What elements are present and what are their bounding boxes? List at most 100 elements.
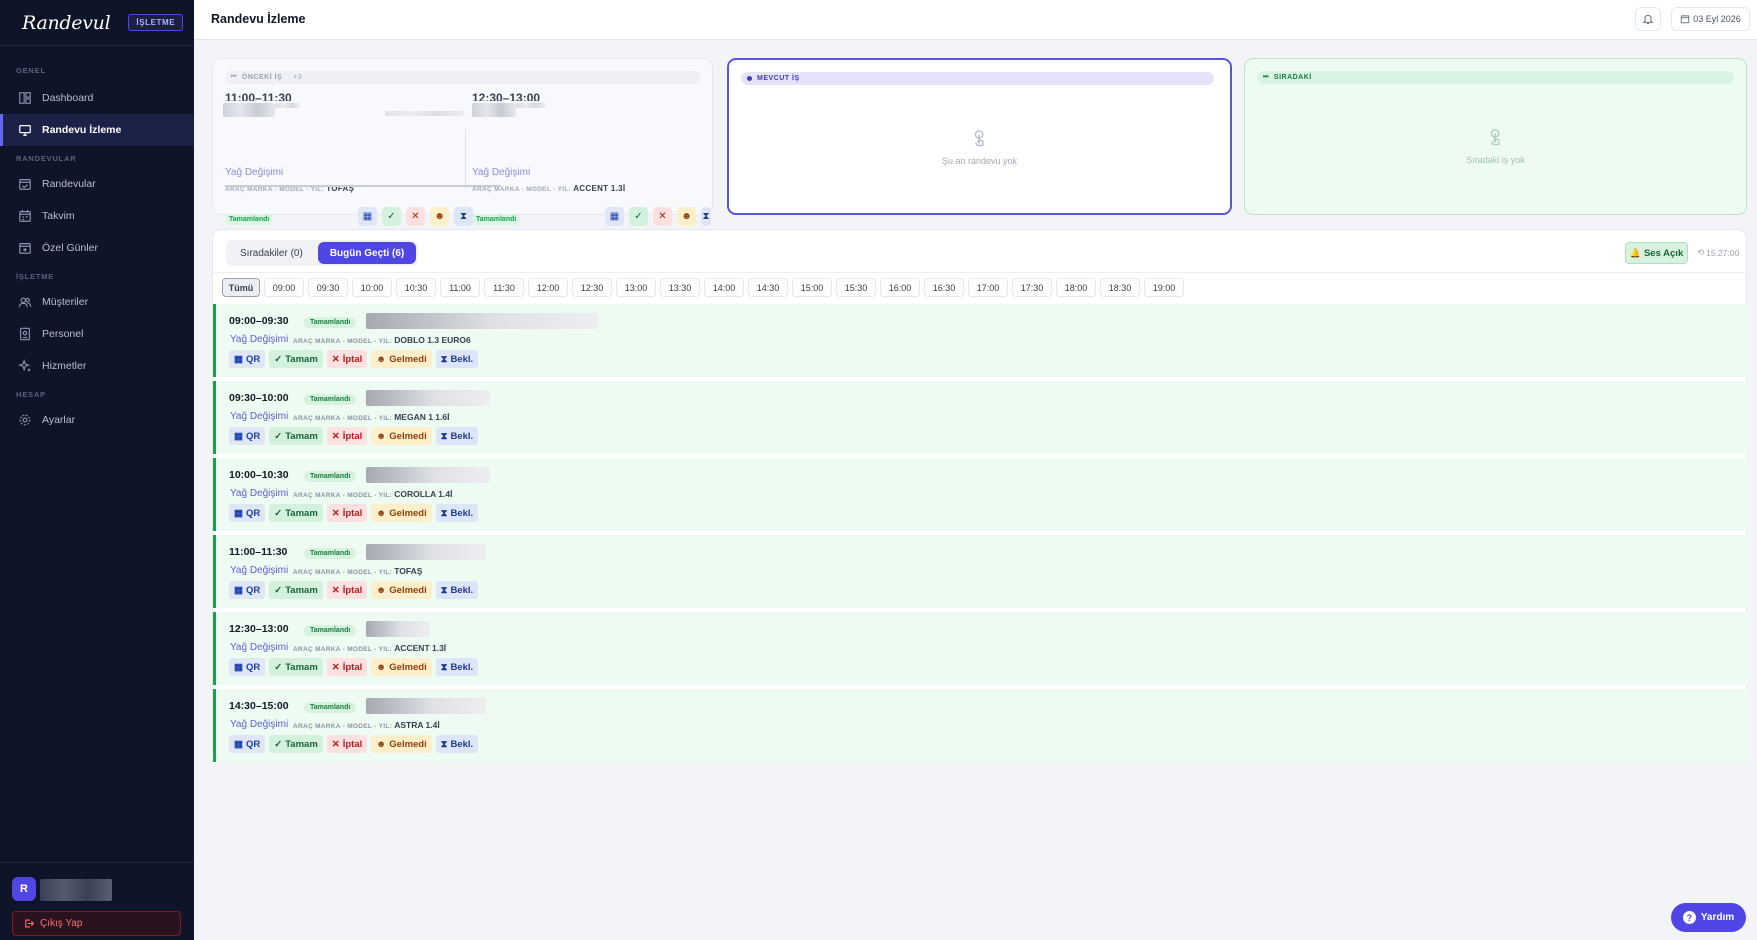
complete-button[interactable]: ✓ Tamam xyxy=(269,658,323,676)
tab-upcoming[interactable]: Sıradakiler (0) xyxy=(228,242,315,264)
sidebar-item-personel[interactable]: Personel xyxy=(0,318,194,350)
filter-chip-time[interactable]: 15:30 xyxy=(836,278,876,297)
customer-name-redacted xyxy=(366,467,490,483)
appointment-row[interactable]: 12:30–13:00 Tamamlandı Yağ Değişimi ARAÇ MA… xyxy=(213,612,1748,685)
no-show-button[interactable]: ☻ Gelmedi xyxy=(371,504,432,522)
previous-slot[interactable]: 11:00–11:30 Yağ Değişimi ARAÇ MARKA - MO… xyxy=(223,89,473,226)
wait-button[interactable]: ⧗ Bekl. xyxy=(435,504,479,522)
user-x-icon[interactable]: ☻ xyxy=(430,207,449,226)
wait-button[interactable]: ⧗ Bekl. xyxy=(435,427,479,445)
slot-time: 11:00–11:30 xyxy=(225,91,292,101)
date-button[interactable]: 03 Eyl 2026 xyxy=(1671,7,1750,31)
calendar-plus-icon xyxy=(19,243,31,254)
scroll-indicator[interactable] xyxy=(225,185,501,187)
avatar[interactable]: R xyxy=(12,877,36,901)
app-logo[interactable]: Randevul xyxy=(22,12,111,34)
filter-chip-time[interactable]: 11:00 xyxy=(440,278,480,297)
filter-chip-time[interactable]: 15:00 xyxy=(792,278,832,297)
filter-chip-time[interactable]: 10:00 xyxy=(352,278,392,297)
user-x-icon[interactable]: ☻ xyxy=(677,207,696,226)
qr-button[interactable]: ▦ QR xyxy=(229,427,266,445)
filter-chip-time[interactable]: 16:00 xyxy=(880,278,920,297)
filter-chip-time[interactable]: 18:00 xyxy=(1056,278,1096,297)
appointment-row[interactable]: 09:30–10:00 Tamamlandı Yağ Değişimi ARAÇ MA… xyxy=(213,381,1748,454)
appointment-row[interactable]: 10:00–10:30 Tamamlandı Yağ Değişimi ARAÇ MA… xyxy=(213,458,1748,531)
qr-icon[interactable]: ▦ xyxy=(358,207,377,226)
appointment-row[interactable]: 14:30–15:00 Tamamlandı Yağ Değişimi ARAÇ MA… xyxy=(213,689,1748,762)
no-show-button[interactable]: ☻ Gelmedi xyxy=(371,581,432,599)
help-button[interactable]: ? Yardım xyxy=(1671,903,1746,932)
hand-pointer-icon xyxy=(1490,129,1499,146)
row-service: Yağ Değişimi xyxy=(230,642,289,653)
filter-chip-time[interactable]: 13:30 xyxy=(660,278,700,297)
filter-chip-all[interactable]: Tümü xyxy=(222,278,260,297)
filter-chip-time[interactable]: 19:00 xyxy=(1144,278,1184,297)
complete-button[interactable]: ✓ Tamam xyxy=(269,350,323,368)
no-show-button[interactable]: ☻ Gelmedi xyxy=(371,427,432,445)
sidebar-item-musteriler[interactable]: Müşteriler xyxy=(0,286,194,318)
check-icon[interactable]: ✓ xyxy=(629,207,648,226)
filter-chip-time[interactable]: 10:30 xyxy=(396,278,436,297)
filter-chip-time[interactable]: 09:30 xyxy=(308,278,348,297)
filter-chip-time[interactable]: 14:00 xyxy=(704,278,744,297)
qr-button[interactable]: ▦ QR xyxy=(229,350,266,368)
row-service: Yağ Değişimi xyxy=(230,334,289,345)
filter-chip-time[interactable]: 17:00 xyxy=(968,278,1008,297)
cancel-button[interactable]: ✕ İptal xyxy=(326,504,368,522)
tab-passed-today[interactable]: Bugün Geçti (6) xyxy=(317,242,417,264)
complete-button[interactable]: ✓ Tamam xyxy=(269,735,323,753)
filter-chip-time[interactable]: 09:00 xyxy=(264,278,304,297)
sidebar-item-dashboard[interactable]: Dashboard xyxy=(0,82,194,114)
cancel-button[interactable]: ✕ İptal xyxy=(326,581,368,599)
sidebar-item-randevu-izleme[interactable]: Randevu İzleme xyxy=(0,114,194,146)
complete-button[interactable]: ✓ Tamam xyxy=(269,581,323,599)
no-show-button[interactable]: ☻ Gelmedi xyxy=(371,658,432,676)
sidebar-item-randevular[interactable]: Randevular xyxy=(0,168,194,200)
status-badge: Tamamlandı xyxy=(304,317,357,328)
filter-chip-time[interactable]: 17:30 xyxy=(1012,278,1052,297)
logout-button[interactable]: Çıkış Yap xyxy=(12,911,181,936)
hourglass-icon[interactable]: ⧗ xyxy=(454,207,473,226)
filter-chip-time[interactable]: 14:30 xyxy=(748,278,788,297)
wait-button[interactable]: ⧗ Bekl. xyxy=(435,350,479,368)
filter-chip-time[interactable]: 16:30 xyxy=(924,278,964,297)
wait-button[interactable]: ⧗ Bekl. xyxy=(435,581,479,599)
qr-button[interactable]: ▦ QR xyxy=(229,658,266,676)
sidebar-item-ayarlar[interactable]: Ayarlar xyxy=(0,404,194,436)
notifications-button[interactable] xyxy=(1635,7,1661,31)
no-show-button[interactable]: ☻ Gelmedi xyxy=(371,735,432,753)
qr-icon: ▦ xyxy=(234,430,243,442)
appointment-row[interactable]: 11:00–11:30 Tamamlandı Yağ Değişimi ARAÇ MA… xyxy=(213,535,1748,608)
sound-toggle-button[interactable]: 🔔 Ses Açık xyxy=(1625,242,1688,264)
appointments-panel: Sıradakiler (0) Bugün Geçti (6) 🔔 Ses Aç… xyxy=(212,229,1748,762)
row-time: 12:30–13:00 xyxy=(229,623,289,635)
filter-chip-time[interactable]: 12:30 xyxy=(572,278,612,297)
cancel-button[interactable]: ✕ İptal xyxy=(326,735,368,753)
complete-button[interactable]: ✓ Tamam xyxy=(269,504,323,522)
sidebar-item-ozel-gunler[interactable]: Özel Günler xyxy=(0,232,194,264)
filter-chip-time[interactable]: 12:00 xyxy=(528,278,568,297)
qr-button[interactable]: ▦ QR xyxy=(229,735,266,753)
filter-chip-time[interactable]: 18:30 xyxy=(1100,278,1140,297)
sidebar-item-takvim[interactable]: Takvim xyxy=(0,200,194,232)
sidebar-item-hizmetler[interactable]: Hizmetler xyxy=(0,350,194,382)
filter-chip-time[interactable]: 13:00 xyxy=(616,278,656,297)
live-dot-icon xyxy=(747,76,752,81)
cancel-button[interactable]: ✕ İptal xyxy=(326,427,368,445)
filter-chip-time[interactable]: 11:30 xyxy=(484,278,524,297)
hourglass-icon[interactable]: ⧗ xyxy=(701,207,711,226)
complete-button[interactable]: ✓ Tamam xyxy=(269,427,323,445)
wait-button[interactable]: ⧗ Bekl. xyxy=(435,735,479,753)
close-icon[interactable]: ✕ xyxy=(406,207,425,226)
cancel-button[interactable]: ✕ İptal xyxy=(326,350,368,368)
appointment-row[interactable]: 09:00–09:30 Tamamlandı Yağ Değişimi ARAÇ MA… xyxy=(213,304,1748,377)
qr-icon[interactable]: ▦ xyxy=(605,207,624,226)
check-icon[interactable]: ✓ xyxy=(382,207,401,226)
qr-button[interactable]: ▦ QR xyxy=(229,581,266,599)
no-show-button[interactable]: ☻ Gelmedi xyxy=(371,350,432,368)
previous-slot[interactable]: 12:30–13:00 Yağ Değişimi ARAÇ MARKA - MO… xyxy=(472,89,712,226)
close-icon[interactable]: ✕ xyxy=(653,207,672,226)
wait-button[interactable]: ⧗ Bekl. xyxy=(435,658,479,676)
cancel-button[interactable]: ✕ İptal xyxy=(326,658,368,676)
qr-button[interactable]: ▦ QR xyxy=(229,504,266,522)
